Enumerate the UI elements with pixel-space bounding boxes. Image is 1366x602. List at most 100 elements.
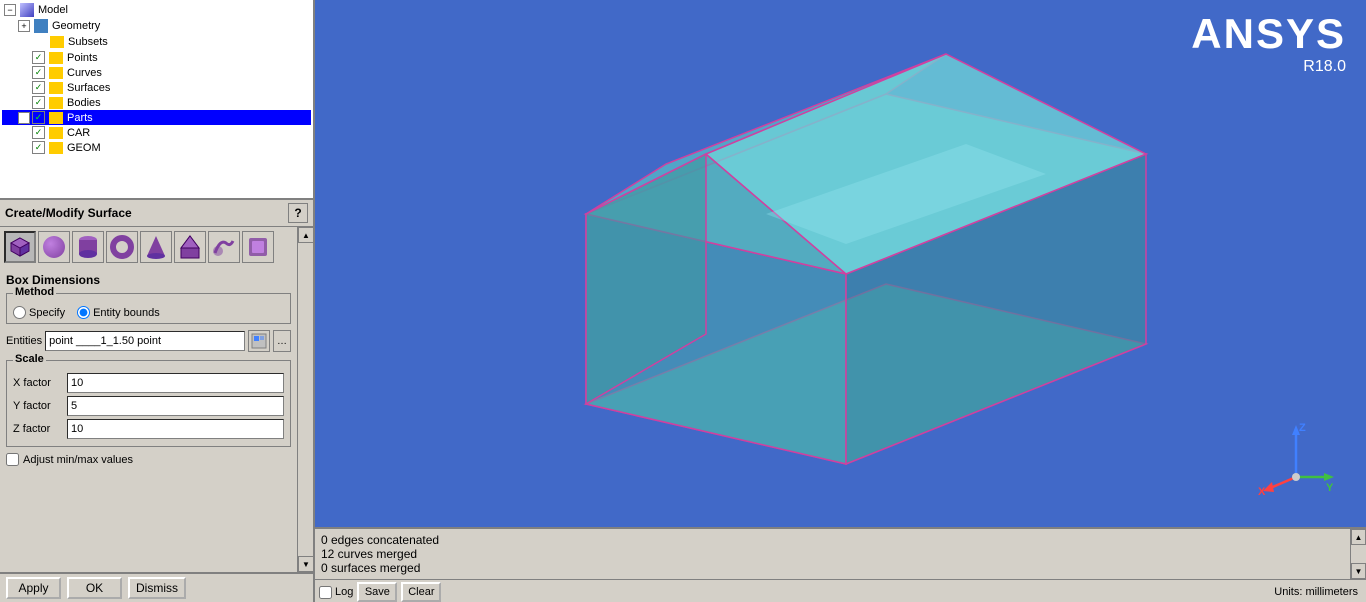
expand-parts[interactable]: − bbox=[18, 112, 30, 124]
tree-label-curves: Curves bbox=[67, 67, 102, 79]
cone-surface-icon[interactable] bbox=[140, 231, 172, 263]
tree-item-car[interactable]: ✓ CAR bbox=[2, 125, 311, 140]
tree-item-surfaces[interactable]: ✓ Surfaces bbox=[2, 80, 311, 95]
console-content: 0 edges concatenated 12 curves merged 0 … bbox=[315, 529, 1366, 579]
tree-item-points[interactable]: ✓ Points bbox=[2, 50, 311, 65]
dismiss-button[interactable]: Dismiss bbox=[128, 577, 186, 599]
help-button[interactable]: ? bbox=[288, 203, 308, 223]
axis-indicator: Z X Y bbox=[1256, 417, 1336, 497]
checkbox-surfaces[interactable]: ✓ bbox=[32, 81, 45, 94]
entities-more-btn[interactable]: … bbox=[273, 330, 291, 352]
clear-button[interactable]: Clear bbox=[401, 582, 441, 602]
tree-item-curves[interactable]: ✓ Curves bbox=[2, 65, 311, 80]
checkbox-geom[interactable]: ✓ bbox=[32, 141, 45, 154]
tree-label-geometry: Geometry bbox=[52, 20, 100, 32]
scrollbar-down-arrow[interactable]: ▼ bbox=[298, 556, 313, 572]
console-scroll-down[interactable]: ▼ bbox=[1351, 563, 1366, 579]
bodies-icon bbox=[49, 97, 63, 109]
specify-radio[interactable] bbox=[13, 306, 26, 319]
z-factor-label: Z factor bbox=[13, 423, 63, 435]
checkbox-parts[interactable]: ✓ bbox=[32, 111, 45, 124]
entity-bounds-label: Entity bounds bbox=[93, 307, 160, 319]
checkbox-bodies[interactable]: ✓ bbox=[32, 96, 45, 109]
log-checkbox[interactable] bbox=[319, 586, 332, 599]
tree-label-geom: GEOM bbox=[67, 142, 101, 154]
log-label: Log bbox=[335, 586, 353, 598]
svg-text:Z: Z bbox=[1299, 422, 1306, 434]
z-factor-row: Z factor bbox=[13, 419, 284, 439]
tree-label-parts: Parts bbox=[67, 112, 93, 124]
cylinder-surface-icon[interactable] bbox=[72, 231, 104, 263]
console-scroll-track bbox=[1351, 545, 1366, 563]
tree-item-model[interactable]: − Model bbox=[2, 2, 311, 18]
console-line-1: 0 edges concatenated bbox=[321, 533, 1344, 547]
log-checkbox-label[interactable]: Log bbox=[319, 586, 353, 599]
tree-label-surfaces: Surfaces bbox=[67, 82, 110, 94]
surface-icon-7[interactable] bbox=[208, 231, 240, 263]
panel-scrollbar: ▲ ▼ bbox=[297, 227, 313, 572]
panel-scroll-area: Box Dimensions Method Specify bbox=[0, 227, 297, 572]
tree-item-geometry[interactable]: + Geometry bbox=[2, 18, 311, 34]
icon-toolbar bbox=[0, 227, 297, 267]
entity-bounds-radio[interactable] bbox=[77, 306, 90, 319]
tree-item-parts[interactable]: − ✓ Parts bbox=[2, 110, 311, 125]
scale-inputs: X factor Y factor Z factor bbox=[13, 373, 284, 439]
x-factor-row: X factor bbox=[13, 373, 284, 393]
surface-icon-8[interactable] bbox=[242, 231, 274, 263]
specify-label: Specify bbox=[29, 307, 65, 319]
y-factor-row: Y factor bbox=[13, 396, 284, 416]
console-scrollbar: ▲ ▼ bbox=[1350, 529, 1366, 579]
tree-label-subsets: Subsets bbox=[68, 36, 108, 48]
entity-bounds-radio-option[interactable]: Entity bounds bbox=[77, 306, 160, 319]
box-surface-icon[interactable] bbox=[4, 231, 36, 263]
prism-surface-icon[interactable] bbox=[174, 231, 206, 263]
console-area: 0 edges concatenated 12 curves merged 0 … bbox=[315, 527, 1366, 602]
expand-geometry[interactable]: + bbox=[18, 20, 30, 32]
x-factor-input[interactable] bbox=[67, 373, 284, 393]
box-dimensions-section: Box Dimensions Method Specify bbox=[6, 271, 291, 466]
axis-svg: Z X Y bbox=[1256, 417, 1336, 497]
console-line-3: 0 surfaces merged bbox=[321, 561, 1344, 575]
tree-item-subsets[interactable]: Subsets bbox=[2, 34, 311, 50]
z-factor-input[interactable] bbox=[67, 419, 284, 439]
sphere-surface-icon[interactable] bbox=[38, 231, 70, 263]
scrollbar-up-arrow[interactable]: ▲ bbox=[298, 227, 313, 243]
torus-surface-icon[interactable] bbox=[106, 231, 138, 263]
geometry-icon bbox=[34, 19, 48, 33]
console-text: 0 edges concatenated 12 curves merged 0 … bbox=[315, 529, 1350, 579]
adjust-minmax-row: Adjust min/max values bbox=[6, 453, 291, 466]
expand-model[interactable]: − bbox=[4, 4, 16, 16]
adjust-minmax-checkbox[interactable] bbox=[6, 453, 19, 466]
subsets-icon bbox=[50, 36, 64, 48]
cms-title: Create/Modify Surface bbox=[5, 206, 132, 220]
save-button[interactable]: Save bbox=[357, 582, 397, 602]
spacer bbox=[32, 35, 46, 49]
tree-label-points: Points bbox=[67, 52, 98, 64]
tree-label-bodies: Bodies bbox=[67, 97, 101, 109]
adjust-minmax-label: Adjust min/max values bbox=[23, 454, 133, 466]
tree-item-bodies[interactable]: ✓ Bodies bbox=[2, 95, 311, 110]
y-factor-input[interactable] bbox=[67, 396, 284, 416]
geom-icon bbox=[49, 142, 63, 154]
x-factor-label: X factor bbox=[13, 377, 63, 389]
console-scroll-up[interactable]: ▲ bbox=[1351, 529, 1366, 545]
parts-icon bbox=[49, 112, 63, 124]
shape-container bbox=[315, 0, 1366, 527]
apply-button[interactable]: Apply bbox=[6, 577, 61, 599]
panel-buttons: Apply OK Dismiss bbox=[0, 572, 313, 602]
console-buttons: Log Save Clear Units: millimeters bbox=[315, 579, 1366, 602]
checkbox-curves[interactable]: ✓ bbox=[32, 66, 45, 79]
entities-select-btn[interactable] bbox=[248, 330, 270, 352]
tree-area: − Model + Geometry Subsets ✓ Points bbox=[0, 0, 313, 200]
scrollbar-track bbox=[298, 243, 313, 556]
checkbox-points[interactable]: ✓ bbox=[32, 51, 45, 64]
specify-radio-option[interactable]: Specify bbox=[13, 306, 65, 319]
ok-button[interactable]: OK bbox=[67, 577, 122, 599]
svg-text:Y: Y bbox=[1326, 482, 1334, 494]
scale-group-title: Scale bbox=[13, 353, 46, 365]
checkbox-car[interactable]: ✓ bbox=[32, 126, 45, 139]
car-icon bbox=[49, 127, 63, 139]
entities-input[interactable] bbox=[45, 331, 245, 351]
viewport-3d: ANSYS R18.0 bbox=[315, 0, 1366, 527]
tree-item-geom[interactable]: ✓ GEOM bbox=[2, 140, 311, 155]
